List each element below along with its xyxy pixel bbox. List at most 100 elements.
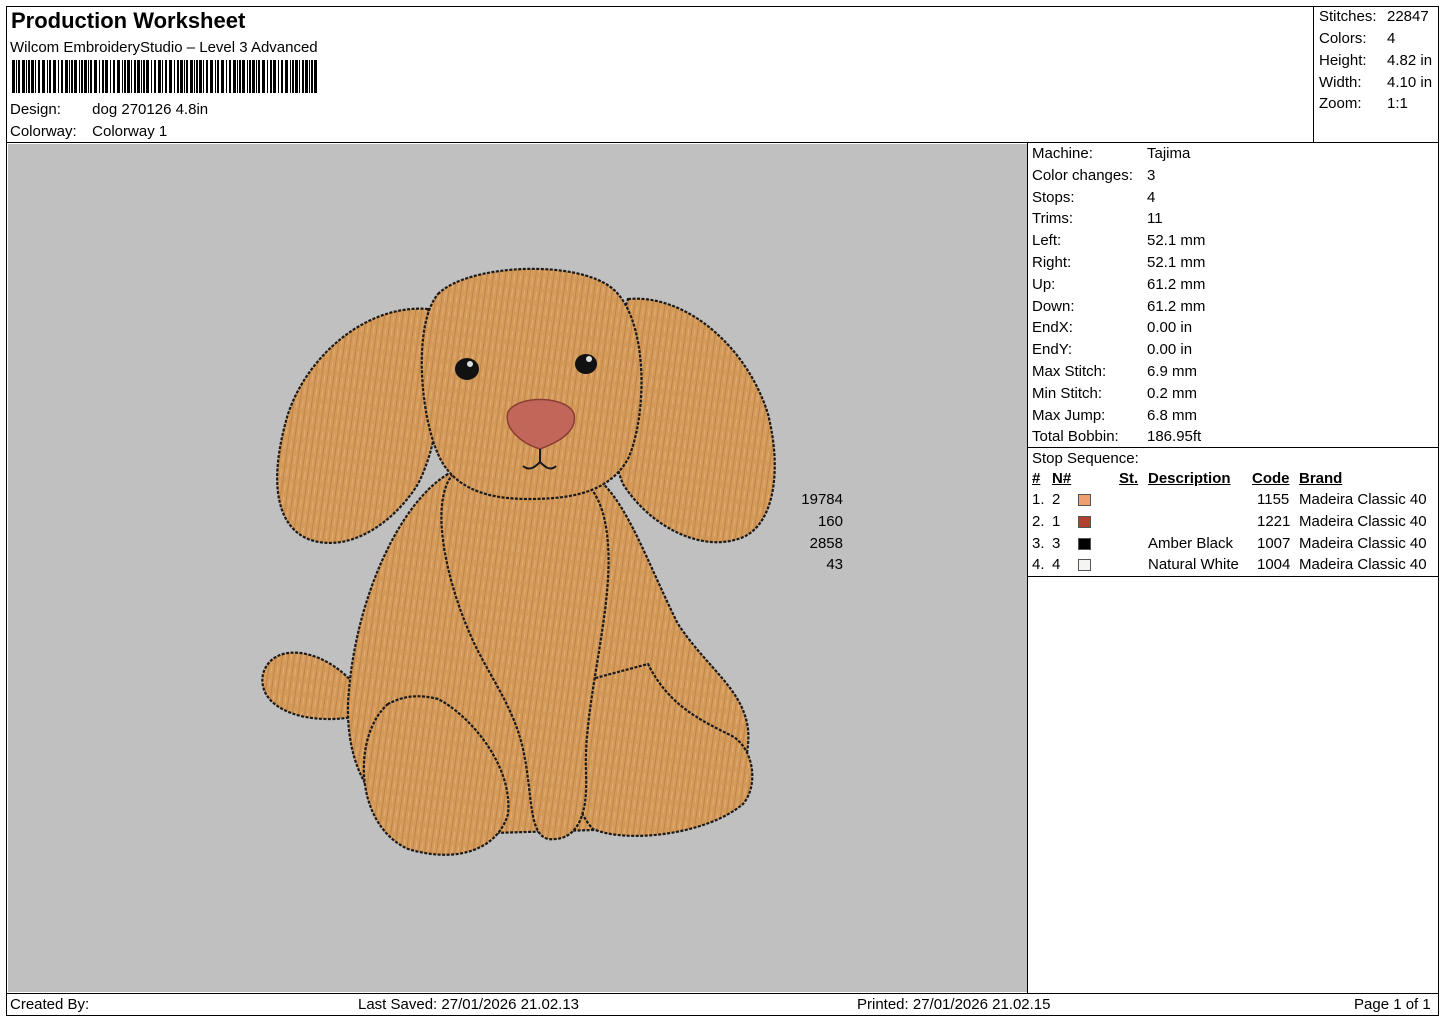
dog-head (420, 267, 643, 501)
machine-info-value: 186.95ft (1147, 428, 1202, 446)
color-swatch (1078, 515, 1091, 528)
row-needle: 2 (1052, 491, 1061, 508)
machine-info-value: 52.1 mm (1147, 254, 1206, 271)
colorway-label: Colorway: (10, 123, 77, 140)
row-num: 1. (1032, 491, 1045, 508)
row-brand: Madeira Classic 40 (1299, 512, 1427, 530)
machine-info-label: EndY: (1032, 341, 1073, 359)
row-brand: Madeira Classic 40 (1299, 491, 1427, 508)
footer-divider (6, 993, 1439, 994)
height-row: Height: 4.82 in (1319, 52, 1439, 69)
machine-info-label: Color changes: (1032, 166, 1133, 184)
row-code: 1004 (1257, 556, 1291, 574)
machine-info-label: EndX: (1032, 319, 1073, 337)
height-value: 4.82 in (1387, 52, 1433, 69)
colorway-value: Colorway 1 (92, 123, 168, 140)
row-stitches: 160 (817, 512, 843, 530)
machine-info-row: EndY: 0.00 in (1032, 341, 1192, 358)
width-label: Width: (1319, 74, 1362, 91)
page-title: Production Worksheet (11, 8, 246, 33)
row-needle: 1 (1052, 512, 1061, 530)
width-row: Width: 4.10 in (1319, 74, 1439, 91)
machine-info-label: Left: (1032, 232, 1062, 250)
dog-right-eye (575, 354, 597, 374)
stitches-value: 22847 (1387, 8, 1429, 25)
machine-info-row: Total Bobbin: 186.95ft (1032, 428, 1201, 445)
last-saved: Last Saved: 27/01/2026 21.02.13 (358, 996, 580, 1013)
row-description: Natural White (1148, 556, 1239, 574)
colorway-row: Colorway: Colorway 1 (10, 123, 167, 140)
machine-info-row: Down: 61.2 mm (1032, 298, 1205, 315)
machine-info-label: Max Jump: (1032, 406, 1106, 424)
machine-info-value: 52.1 mm (1147, 232, 1206, 250)
dog-left-eye (455, 358, 479, 380)
row-code: 1007 (1257, 534, 1291, 552)
stop-sequence-row: 4. 4 43 Natural White 1004 Madeira Classic 40 (826, 556, 1439, 576)
printed-date: Printed: 27/01/2026 21.02.15 (857, 996, 1051, 1013)
machine-info-value: 4 (1147, 188, 1156, 206)
zoom-value: 1:1 (1387, 95, 1408, 112)
machine-info-value: 3 (1147, 166, 1156, 184)
dog-embroidery-image (261, 267, 776, 856)
machine-info-label: Up: (1032, 275, 1056, 293)
col-header-brand: Brand (1299, 470, 1343, 487)
design-row: Design: dog 270126 4.8in (10, 101, 208, 118)
design-divider (1027, 143, 1028, 993)
row-stitches: 2858 (809, 534, 843, 552)
machine-info-label: Trims: (1032, 210, 1074, 228)
machine-info-row: Min Stitch: 0.2 mm (1032, 385, 1197, 402)
machine-info-value: 6.9 mm (1147, 363, 1198, 380)
stop-sequence-row: 1. 2 19784 1155 Madeira Classic 40 (801, 491, 1439, 511)
colors-value: 4 (1387, 30, 1396, 47)
row-stitches: 43 (826, 556, 843, 574)
col-header-num: # (1032, 470, 1041, 487)
color-swatch (1078, 559, 1091, 572)
stop-sequence-row: 2. 1 160 1221 Madeira Classic 40 (818, 512, 1439, 533)
col-header-n: N# (1052, 470, 1072, 487)
row-code: 1221 (1257, 512, 1291, 530)
machine-info-row: Up: 61.2 mm (1032, 276, 1205, 293)
machine-info-label: Right: (1032, 254, 1072, 271)
stitches-row: Stitches: 22847 (1319, 8, 1439, 25)
table-divider (1028, 576, 1439, 577)
page-number: Page 1 of 1 (1354, 996, 1431, 1013)
color-swatch (1078, 494, 1091, 506)
row-needle: 4 (1052, 556, 1061, 574)
row-code: 1155 (1257, 491, 1290, 508)
machine-info-label: Stops: (1032, 188, 1075, 206)
col-header-st: St. (1119, 470, 1139, 487)
row-needle: 3 (1052, 534, 1061, 552)
zoom-label: Zoom: (1319, 95, 1362, 112)
software-name: Wilcom EmbroideryStudio – Level 3 Advanc… (10, 39, 318, 56)
machine-info-row: Machine: Tajima (1032, 145, 1190, 162)
header-divider (6, 142, 1439, 143)
color-swatch (1078, 537, 1091, 550)
machine-info-row: EndX: 0.00 in (1032, 319, 1192, 336)
machine-info-label: Min Stitch: (1032, 384, 1103, 402)
col-header-code: Code (1252, 470, 1290, 487)
machine-info-row: Max Jump: 6.8 mm (1032, 407, 1197, 424)
design-value: dog 270126 4.8in (92, 101, 209, 118)
design-label: Design: (10, 101, 61, 118)
machine-info-value: 0.2 mm (1147, 384, 1198, 402)
machine-info-row: Max Stitch: 6.9 mm (1032, 363, 1197, 380)
row-brand: Madeira Classic 40 (1299, 534, 1427, 552)
stitches-label: Stitches: (1319, 8, 1377, 25)
stats-box: Stitches: 22847 Colors: 4 Height: 4.82 in W… (1313, 6, 1439, 143)
stop-sequence-title: Stop Sequence: (1032, 450, 1139, 467)
zoom-row: Zoom: 1:1 (1319, 95, 1439, 112)
row-num: 4. (1032, 556, 1045, 574)
machine-info-row: Stops: 4 (1032, 189, 1155, 206)
machine-info-label: Down: (1032, 297, 1075, 315)
machine-info-label: Total Bobbin: (1032, 428, 1119, 446)
design-preview (8, 144, 1027, 992)
machine-info-row: Trims: 11 (1032, 210, 1163, 227)
row-num: 3. (1032, 534, 1045, 552)
machine-info-row: Right: 52.1 mm (1032, 254, 1205, 271)
row-num: 2. (1032, 512, 1045, 530)
machine-info-row: Color changes: 3 (1032, 167, 1155, 184)
machine-info-label: Machine: (1032, 145, 1093, 162)
col-header-description: Description (1148, 470, 1231, 487)
row-brand: Madeira Classic 40 (1299, 556, 1427, 574)
barcode-image (12, 60, 317, 93)
